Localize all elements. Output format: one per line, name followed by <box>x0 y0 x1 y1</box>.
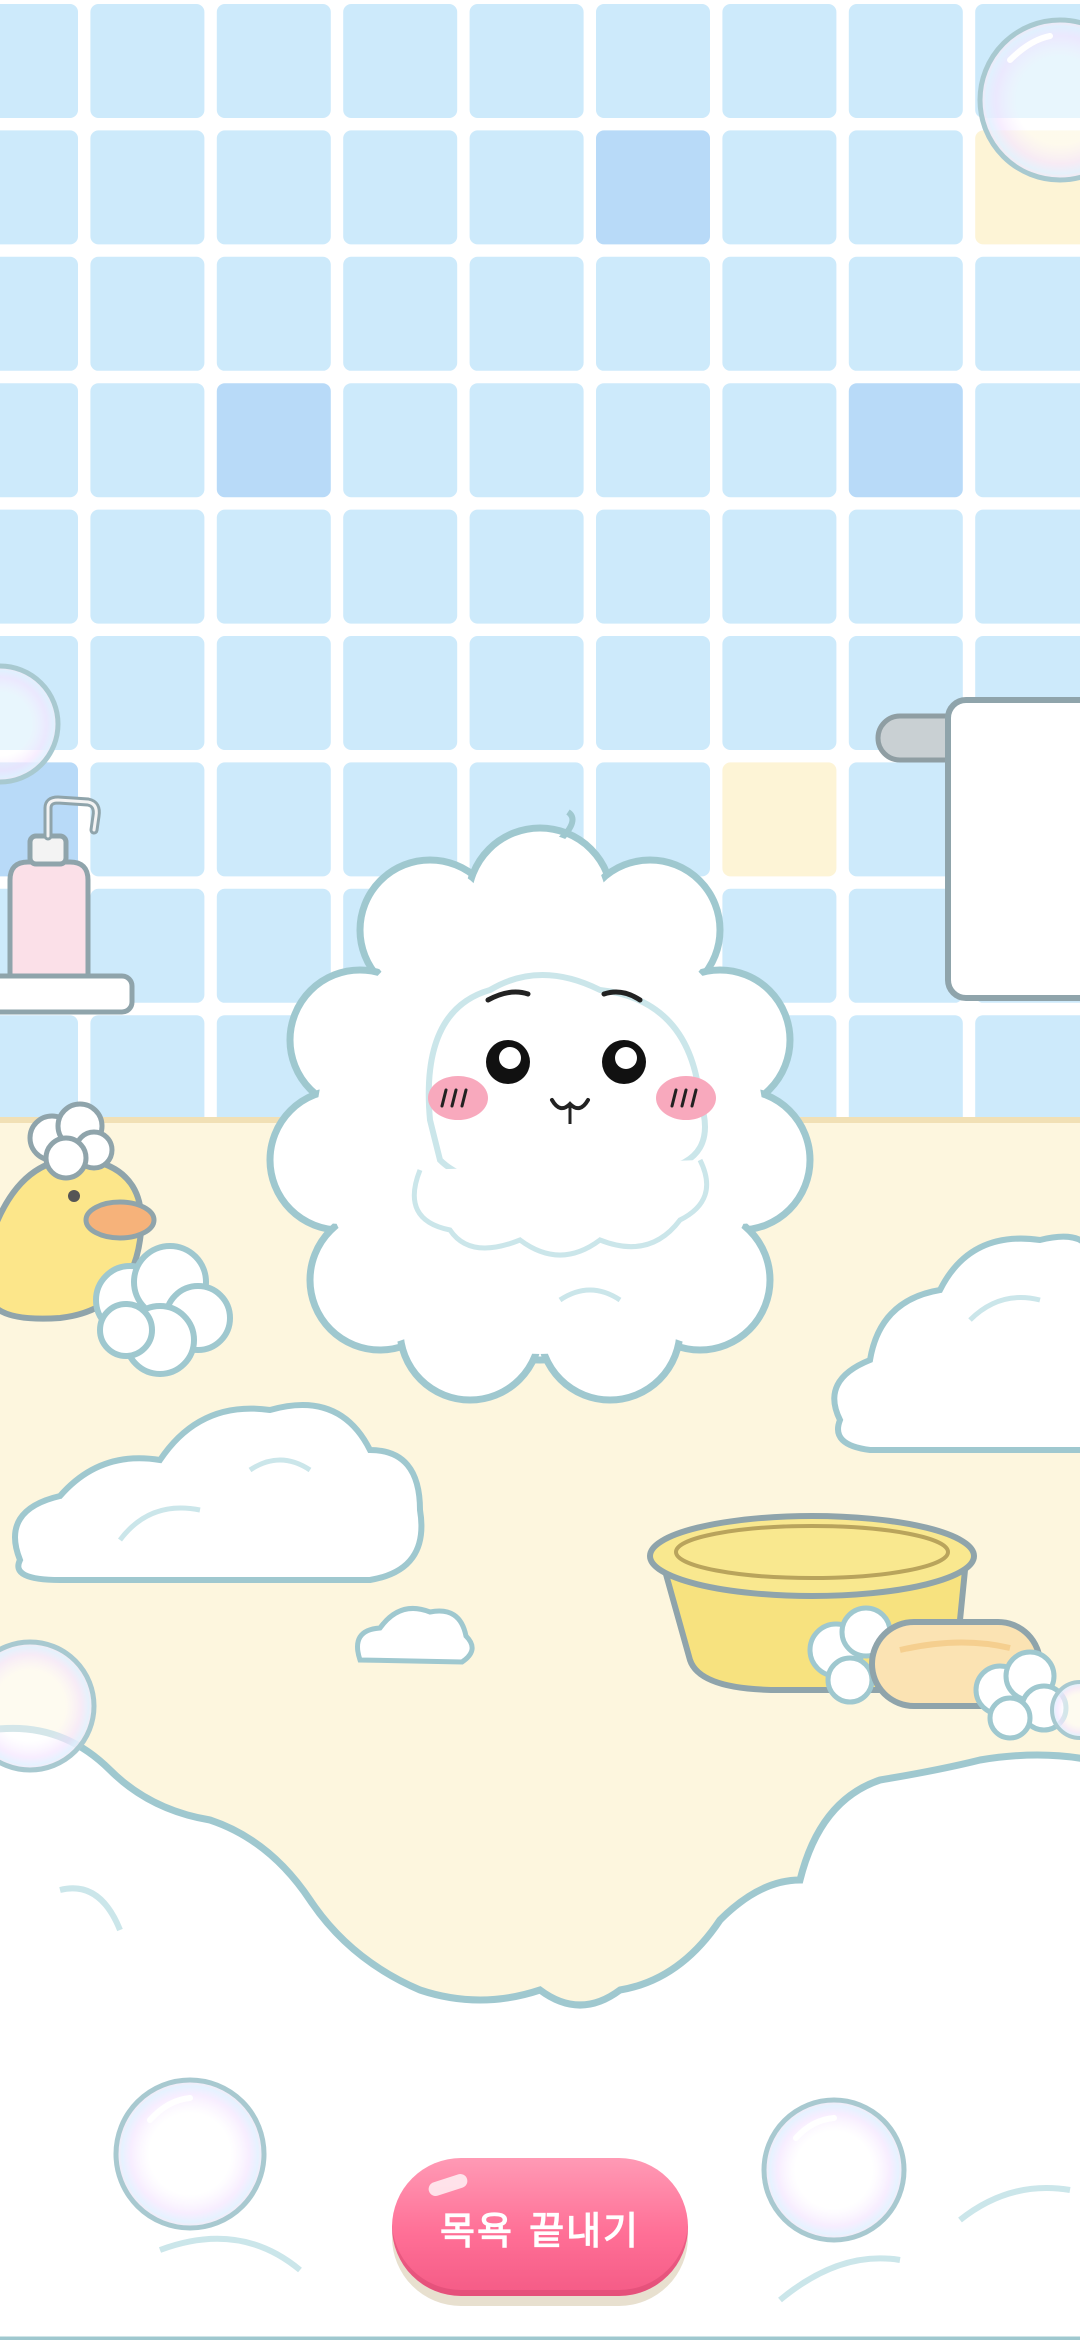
wall-tile <box>848 1015 963 1130</box>
wall-tile <box>848 130 963 245</box>
wall-tile <box>848 256 963 371</box>
wall-tile <box>469 130 584 245</box>
wall-tile <box>343 130 458 245</box>
wall-tile <box>975 509 1080 624</box>
wall-tile <box>0 509 78 624</box>
wall-tile <box>0 383 78 498</box>
wall-tile <box>90 130 205 245</box>
wall-tile <box>0 130 78 245</box>
wall-tile <box>722 256 837 371</box>
wall-tile <box>90 383 205 498</box>
wall-tile <box>722 383 837 498</box>
wall-tile <box>343 256 458 371</box>
bathroom-scene <box>0 0 1080 2340</box>
bubble-icon[interactable] <box>113 2077 267 2231</box>
wall-tile <box>90 256 205 371</box>
wall-tile <box>722 130 837 245</box>
wall-tile <box>216 130 331 245</box>
wall-tile <box>596 130 710 245</box>
wall-tile <box>343 509 458 624</box>
wall-tile <box>343 636 458 750</box>
finish-bath-button[interactable]: 목욕 끝내기 <box>392 2158 688 2296</box>
bubble-icon[interactable] <box>761 2097 907 2243</box>
wall-tile <box>90 762 205 877</box>
wall-tile <box>722 4 837 118</box>
wall-tile <box>90 4 205 118</box>
wall-tile <box>596 4 710 118</box>
wall-tile <box>596 509 710 624</box>
wall-tile <box>216 636 331 750</box>
wall-tile <box>596 383 710 498</box>
wall-tile <box>216 383 331 498</box>
wall-tile <box>0 256 78 371</box>
wall-tile <box>216 509 331 624</box>
wall-tile <box>722 636 837 750</box>
wall-tile <box>343 383 458 498</box>
finish-bath-label: 목욕 끝내기 <box>439 2208 641 2253</box>
wall-tile <box>975 256 1080 371</box>
wall-tile <box>596 256 710 371</box>
wall-tile <box>848 509 963 624</box>
wall-tile <box>975 383 1080 498</box>
wall-tile <box>469 509 584 624</box>
wall-tile <box>0 4 78 118</box>
wall-tile <box>469 4 584 118</box>
button-shine <box>426 2172 470 2198</box>
wall-tile <box>216 256 331 371</box>
wall-tile <box>90 509 205 624</box>
wall-tile <box>722 762 837 877</box>
wall-tile <box>90 1015 205 1130</box>
wall-tile <box>975 1015 1080 1130</box>
wall-tile <box>722 509 837 624</box>
wall-tile <box>469 256 584 371</box>
wall-tile <box>216 4 331 118</box>
wall-tile <box>216 762 331 877</box>
wall-tile <box>848 4 963 118</box>
wall-tile <box>90 636 205 750</box>
wall-tile <box>596 636 710 750</box>
wall-tile <box>469 636 584 750</box>
wall-tile <box>848 383 963 498</box>
wall-tile <box>343 4 458 118</box>
wall-tile <box>469 383 584 498</box>
